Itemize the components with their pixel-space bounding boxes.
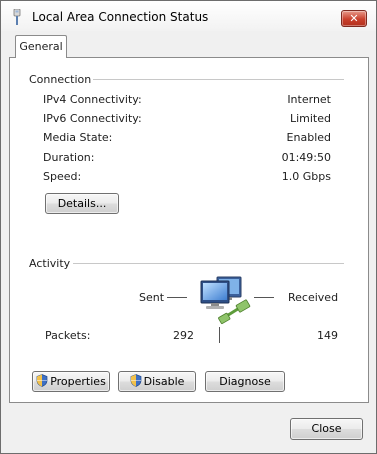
received-label: Received bbox=[288, 291, 339, 304]
window-title: Local Area Connection Status bbox=[32, 10, 209, 24]
disable-label: Disable bbox=[143, 375, 185, 388]
duration-label: Duration: bbox=[43, 151, 95, 164]
ipv6-connectivity-value: Limited bbox=[289, 112, 331, 125]
general-panel bbox=[9, 57, 369, 403]
media-state-label: Media State: bbox=[43, 131, 113, 144]
packets-label: Packets: bbox=[45, 329, 91, 342]
connection-divider bbox=[93, 79, 344, 80]
close-button[interactable]: Close bbox=[290, 418, 363, 440]
sent-line bbox=[167, 297, 187, 298]
properties-button[interactable]: Properties bbox=[32, 371, 110, 392]
title-bar[interactable]: Local Area Connection Status ✕ bbox=[1, 1, 376, 31]
uac-shield-icon bbox=[36, 374, 48, 387]
diagnose-button[interactable]: Diagnose bbox=[205, 371, 285, 392]
packets-sent-value: 292 bbox=[173, 329, 194, 342]
properties-label: Properties bbox=[50, 375, 106, 388]
uac-shield-icon bbox=[130, 374, 141, 387]
speed-value: 1.0 Gbps bbox=[281, 170, 331, 183]
media-state-value: Enabled bbox=[286, 131, 331, 144]
duration-value: 01:49:50 bbox=[281, 151, 331, 164]
network-computers-icon bbox=[200, 276, 251, 324]
disable-button[interactable]: Disable bbox=[118, 371, 196, 392]
status-window: Local Area Connection Status ✕ General C… bbox=[0, 0, 377, 454]
ipv4-connectivity-value: Internet bbox=[287, 93, 331, 106]
close-icon: ✕ bbox=[349, 12, 359, 25]
tab-general[interactable]: General bbox=[15, 35, 67, 58]
network-cable-icon bbox=[13, 9, 21, 25]
ipv6-connectivity-label: IPv6 Connectivity: bbox=[43, 112, 142, 125]
packets-received-value: 149 bbox=[317, 329, 338, 342]
activity-divider-vertical bbox=[219, 327, 220, 343]
window-close-button[interactable]: ✕ bbox=[341, 10, 367, 27]
connection-section-label: Connection bbox=[29, 73, 92, 86]
speed-label: Speed: bbox=[43, 170, 82, 183]
activity-section-label: Activity bbox=[29, 257, 71, 270]
details-button[interactable]: Details... bbox=[45, 193, 119, 214]
ipv4-connectivity-label: IPv4 Connectivity: bbox=[43, 93, 142, 106]
sent-label: Sent bbox=[139, 291, 165, 304]
received-line bbox=[254, 297, 274, 298]
activity-divider bbox=[73, 263, 344, 264]
